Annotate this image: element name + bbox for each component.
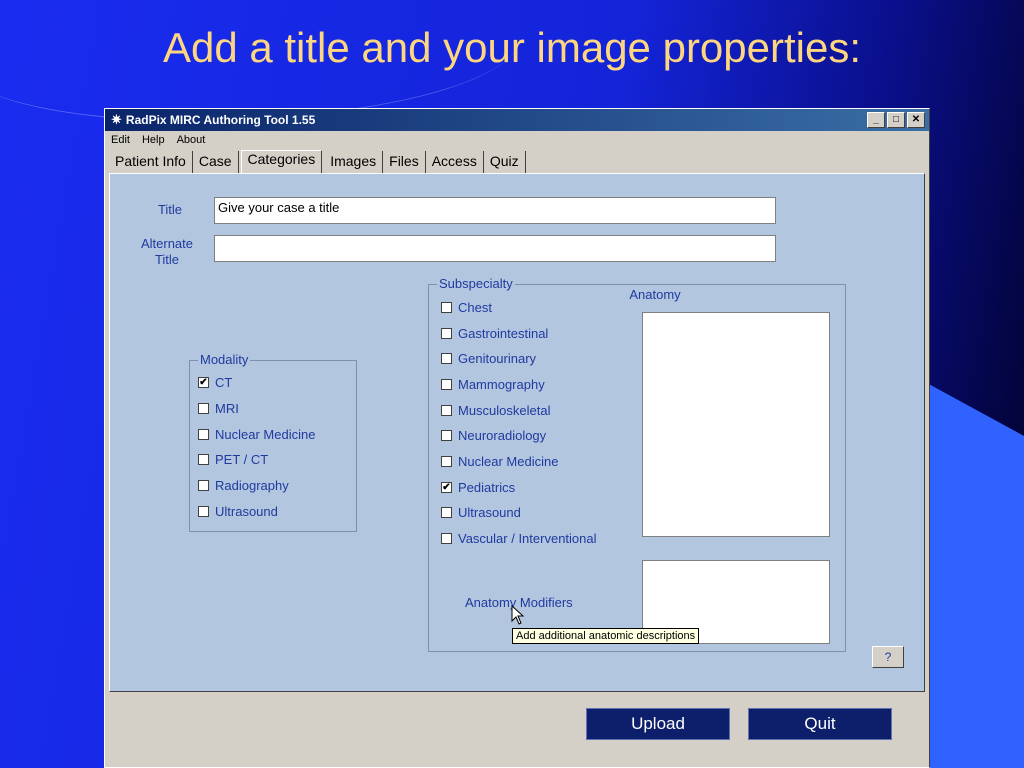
tab-access[interactable]: Access <box>426 151 484 173</box>
background-shape <box>914 376 1024 768</box>
subspecialty-chest[interactable]: Chest <box>441 300 492 315</box>
maximize-button[interactable]: □ <box>887 112 905 128</box>
quit-button[interactable]: Quit <box>748 708 892 740</box>
subspecialty-musculoskeletal[interactable]: Musculoskeletal <box>441 403 551 418</box>
subspecialty-ultrasound[interactable]: Ultrasound <box>441 505 521 520</box>
checkbox[interactable] <box>441 430 452 441</box>
modality-mri[interactable]: MRI <box>198 401 239 416</box>
modality-legend: Modality <box>198 352 251 367</box>
slide-title: Add a title and your image properties: <box>162 24 862 71</box>
subspecialty-neuroradiology[interactable]: Neuroradiology <box>441 428 546 443</box>
tab-patient-info[interactable]: Patient Info <box>109 151 193 173</box>
anatomy-list[interactable] <box>642 312 830 537</box>
title-label: Title <box>157 202 183 217</box>
checkbox[interactable] <box>441 302 452 313</box>
window-controls: _ □ ✕ <box>867 112 925 128</box>
checkbox[interactable] <box>441 379 452 390</box>
tab-bar: Patient Info Case Categories Images File… <box>109 150 526 174</box>
tab-case[interactable]: Case <box>193 151 239 173</box>
title-input[interactable]: Give your case a title <box>214 197 776 224</box>
checkbox[interactable] <box>441 405 452 416</box>
modality-group: Modality ✔ CT MRI Nuclear Medicine PET / … <box>189 352 357 532</box>
checkbox[interactable] <box>441 353 452 364</box>
checkbox[interactable] <box>198 454 209 465</box>
checkbox[interactable] <box>441 328 452 339</box>
app-window: ✷ RadPix MIRC Authoring Tool 1.55 _ □ ✕ … <box>104 108 930 768</box>
checkbox[interactable] <box>198 506 209 517</box>
upload-button[interactable]: Upload <box>586 708 730 740</box>
menu-about[interactable]: About <box>177 134 206 146</box>
window-titlebar[interactable]: ✷ RadPix MIRC Authoring Tool 1.55 _ □ ✕ <box>105 109 929 131</box>
menu-help[interactable]: Help <box>142 134 165 146</box>
subspecialty-legend: Subspecialty <box>437 276 515 291</box>
checkbox[interactable] <box>198 403 209 414</box>
tab-images[interactable]: Images <box>324 151 384 173</box>
checkbox[interactable] <box>441 507 452 518</box>
tab-files[interactable]: Files <box>383 151 426 173</box>
subspecialty-group: Subspecialty Chest Gastrointestinal Geni… <box>428 276 846 652</box>
alt-title-label: Alternate Title <box>140 236 194 267</box>
window-title: RadPix MIRC Authoring Tool 1.55 <box>125 113 316 127</box>
help-button[interactable]: ? <box>872 646 904 668</box>
close-button[interactable]: ✕ <box>907 112 925 128</box>
modality-ultrasound[interactable]: Ultrasound <box>198 504 278 519</box>
tooltip: Add additional anatomic descriptions <box>512 628 700 644</box>
menu-bar: Edit Help About <box>105 131 929 149</box>
checkbox[interactable]: ✔ <box>441 482 452 493</box>
subspecialty-mammography[interactable]: Mammography <box>441 377 545 392</box>
checkbox[interactable] <box>441 456 452 467</box>
alt-title-input[interactable] <box>214 235 776 262</box>
subspecialty-gastrointestinal[interactable]: Gastrointestinal <box>441 326 548 341</box>
modality-nuclear-medicine[interactable]: Nuclear Medicine <box>198 427 315 442</box>
subspecialty-nuclear-medicine[interactable]: Nuclear Medicine <box>441 454 558 469</box>
subspecialty-pediatrics[interactable]: ✔ Pediatrics <box>441 480 515 495</box>
menu-edit[interactable]: Edit <box>111 134 130 146</box>
modality-pet-ct[interactable]: PET / CT <box>198 452 268 467</box>
mouse-cursor-icon <box>511 605 525 625</box>
minimize-button[interactable]: _ <box>867 112 885 128</box>
modality-ct[interactable]: ✔ CT <box>198 375 232 390</box>
categories-panel: Title Give your case a title Alternate T… <box>109 173 925 692</box>
tab-quiz[interactable]: Quiz <box>484 151 526 173</box>
checkbox[interactable]: ✔ <box>198 377 209 388</box>
checkbox[interactable] <box>198 429 209 440</box>
checkbox[interactable] <box>198 480 209 491</box>
subspecialty-genitourinary[interactable]: Genitourinary <box>441 351 536 366</box>
anatomy-label: Anatomy <box>629 287 681 302</box>
checkbox[interactable] <box>441 533 452 544</box>
app-icon: ✷ <box>111 112 122 127</box>
anatomy-modifiers-label: Anatomy Modifiers <box>465 595 573 610</box>
modality-radiography[interactable]: Radiography <box>198 478 289 493</box>
subspecialty-vascular-interventional[interactable]: Vascular / Interventional <box>441 531 597 546</box>
tab-categories[interactable]: Categories <box>240 150 323 174</box>
